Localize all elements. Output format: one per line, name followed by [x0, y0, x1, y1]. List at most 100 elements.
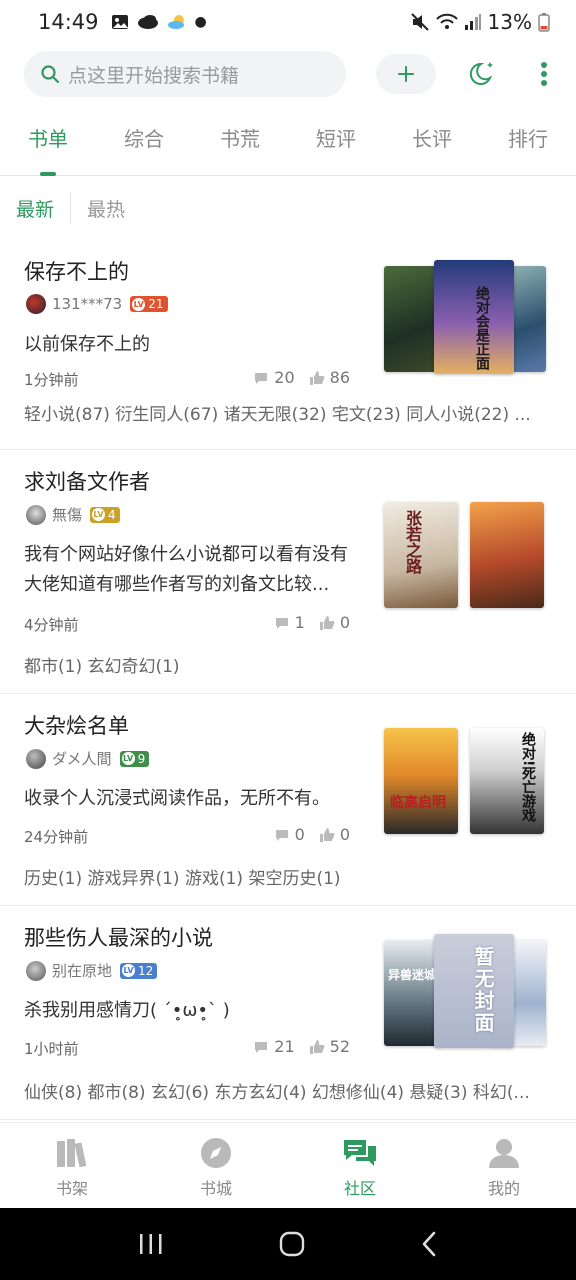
- search-input[interactable]: 点这里开始搜索书籍: [24, 51, 346, 97]
- nav-profile[interactable]: 我的: [432, 1123, 576, 1208]
- level-badge: LV 4: [90, 506, 120, 523]
- back-icon[interactable]: [420, 1231, 438, 1257]
- category-tabs: 书单 综合 书荒 短评 长评 排行: [0, 106, 576, 176]
- bottom-navigation: 书架 书城 社区 我的: [0, 1122, 576, 1208]
- more-button[interactable]: [540, 61, 548, 87]
- tab-booklist[interactable]: 书单: [0, 106, 96, 176]
- like-count: 0: [339, 613, 350, 632]
- book-covers: 异兽迷城 暂无封面: [384, 934, 546, 1048]
- avatar: [26, 748, 46, 769]
- author-name: 131***73: [52, 295, 123, 313]
- item-stats: 20 86: [239, 368, 350, 387]
- nav-bookstore[interactable]: 书城: [144, 1123, 288, 1208]
- item-author: 無傷 LV 4: [26, 504, 120, 525]
- list-item[interactable]: 大杂烩名单 ダメ人間 LV 9 收录个人沉浸式阅读作品，无所不有。 24分钟前 0…: [0, 694, 576, 906]
- book-covers: 临高启明 绝对!死亡游戏: [384, 728, 546, 834]
- chat-bubbles-icon: [344, 1140, 376, 1166]
- plus-icon: [398, 66, 414, 82]
- status-time: 14:49: [38, 10, 99, 34]
- item-stats: 1 0: [260, 613, 350, 632]
- book-covers: 绝对会是正面: [384, 260, 546, 374]
- level-number: 21: [148, 297, 164, 311]
- nav-label: 书城: [199, 1179, 232, 1198]
- compass-icon: [201, 1138, 231, 1168]
- like-icon: [309, 1039, 325, 1054]
- search-placeholder: 点这里开始搜索书籍: [68, 64, 240, 87]
- battery-icon: [538, 13, 550, 32]
- item-title: 保存不上的: [24, 260, 129, 284]
- avatar: [26, 294, 46, 314]
- item-author: 131***73 LV 21: [26, 294, 168, 314]
- tab-general[interactable]: 综合: [96, 106, 192, 176]
- tab-book-shortage[interactable]: 书荒: [192, 106, 288, 176]
- item-stats: 21 52: [239, 1037, 350, 1056]
- search-icon: [41, 65, 60, 84]
- nav-label: 书架: [55, 1179, 88, 1198]
- like-icon: [319, 827, 335, 842]
- book-cover: 绝对!死亡游戏: [470, 728, 544, 834]
- home-icon[interactable]: [279, 1231, 305, 1257]
- cover-title: 异兽迷城: [388, 968, 437, 982]
- item-tags: 轻小说(87) 衍生同人(67) 诸天无限(32) 宅文(23) 同人小说(22…: [24, 405, 531, 425]
- sort-hottest[interactable]: 最热: [87, 195, 125, 222]
- item-title: 大杂烩名单: [24, 714, 129, 738]
- tab-ranking[interactable]: 排行: [480, 106, 576, 176]
- like-icon: [309, 370, 325, 385]
- author-name: 别在原地: [52, 962, 113, 980]
- item-author: 别在原地 LV 12: [26, 960, 158, 981]
- nav-label: 我的: [487, 1179, 520, 1198]
- list-item[interactable]: 求刘备文作者 無傷 LV 4 我有个网站好像什么小说都可以看有没有大佬知道有哪些作…: [0, 450, 576, 694]
- comment-count: 1: [294, 613, 305, 632]
- comment-count: 0: [294, 825, 305, 844]
- night-mode-button[interactable]: [468, 59, 498, 89]
- cover-title: 暂无封面: [471, 946, 495, 1034]
- sort-newest[interactable]: 最新: [16, 195, 54, 222]
- item-description: 以前保存不上的: [24, 334, 150, 355]
- tab-long-review[interactable]: 长评: [384, 106, 480, 176]
- cover-title: 张若之路: [403, 510, 422, 574]
- mute-icon: [410, 13, 429, 31]
- nav-label: 社区: [343, 1179, 376, 1198]
- item-title: 求刘备文作者: [24, 470, 150, 494]
- book-covers: 张若之路: [384, 502, 546, 608]
- book-cover: 临高启明: [384, 728, 458, 834]
- more-vertical-icon: [541, 62, 547, 86]
- user-icon: [489, 1139, 519, 1168]
- system-navigation-bar: [0, 1208, 576, 1280]
- comment-icon: [275, 617, 288, 629]
- nav-bookshelf[interactable]: 书架: [0, 1123, 144, 1208]
- list-item[interactable]: 保存不上的 131***73 LV 21 以前保存不上的 1分钟前 20 86 轻…: [0, 240, 576, 450]
- gallery-icon: [111, 15, 128, 29]
- list-item[interactable]: 那些伤人最深的小说 别在原地 LV 12 杀我别用感情刀( ´•̥ω•̥` ) 1…: [0, 906, 576, 1120]
- cover-title: 绝对!死亡游戏: [520, 732, 536, 823]
- cover-title: 临高启明: [390, 795, 446, 811]
- wifi-icon: [435, 13, 458, 29]
- item-author: ダメ人間 LV 9: [26, 748, 150, 769]
- author-name: ダメ人間: [52, 750, 112, 768]
- book-cover: [470, 502, 544, 608]
- recent-apps-icon[interactable]: [138, 1232, 164, 1256]
- level-badge: LV 9: [119, 750, 150, 767]
- item-description: 我有个网站好像什么小说都可以看有没有大佬知道有哪些作者写的刘备文比较...: [24, 544, 348, 595]
- item-time: 1小时前: [24, 1040, 79, 1058]
- sort-divider: [70, 193, 72, 223]
- item-tags: 历史(1) 游戏异界(1) 游戏(1) 架空历史(1): [24, 869, 341, 889]
- author-name: 無傷: [52, 506, 83, 524]
- item-tags: 都市(1) 玄幻奇幻(1): [24, 657, 180, 677]
- weather-icon: [167, 15, 184, 29]
- item-description: 收录个人沉浸式阅读作品，无所不有。: [24, 788, 330, 809]
- avatar: [26, 504, 46, 525]
- sort-bar: 最新 最热: [0, 176, 576, 240]
- bookshelf-icon: [57, 1139, 87, 1168]
- comment-count: 20: [274, 368, 295, 387]
- cover-title: 绝对会是正面: [474, 286, 490, 370]
- tab-short-review[interactable]: 短评: [288, 106, 384, 176]
- level-badge: LV 21: [130, 296, 168, 312]
- nav-community[interactable]: 社区: [288, 1123, 432, 1208]
- book-cover: 暂无封面: [434, 934, 514, 1048]
- book-cover: 张若之路: [384, 502, 458, 608]
- avatar: [26, 960, 46, 981]
- like-count: 86: [329, 368, 350, 387]
- like-count: 52: [329, 1037, 350, 1056]
- add-button[interactable]: [376, 54, 436, 94]
